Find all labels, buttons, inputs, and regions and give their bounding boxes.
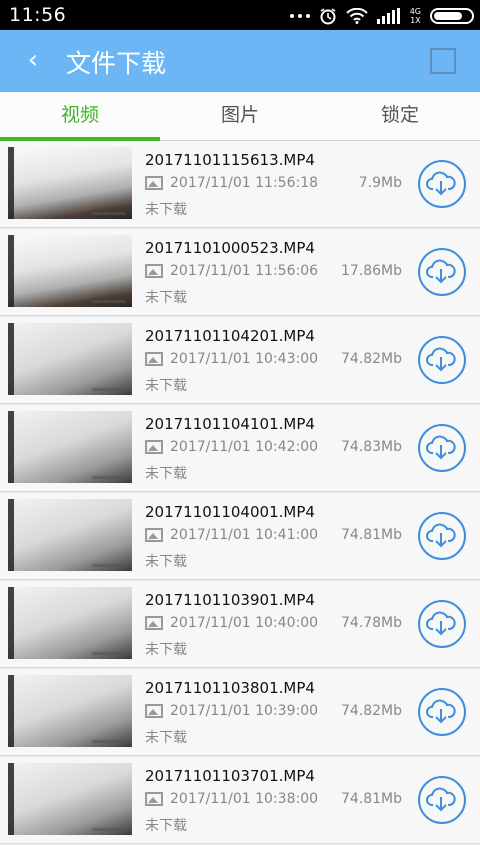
video-thumbnail[interactable] [8,763,132,835]
file-date: 2017/11/01 11:56:18 [170,175,319,191]
status-icons: 4G 1X [289,5,474,27]
download-status: 未下载 [145,202,187,218]
file-name: 20171101103901.MP4 [145,591,315,609]
file-name: 20171101103701.MP4 [145,767,315,785]
cloud-download-icon[interactable] [418,600,466,648]
file-row[interactable]: 20171101115613.MP4 2017/11/01 11:56:18 7… [0,141,480,228]
back-arrow-icon[interactable]: ‹ [18,42,48,78]
file-size: 74.82Mb [340,351,402,367]
file-size: 74.81Mb [340,527,402,543]
file-date: 2017/11/01 11:56:06 [170,263,319,279]
file-row[interactable]: 20171101103701.MP4 2017/11/01 10:38:00 7… [0,757,480,844]
file-list: 20171101115613.MP4 2017/11/01 11:56:18 7… [0,141,480,845]
file-date: 2017/11/01 10:38:00 [170,791,319,807]
wifi-icon [345,8,368,24]
file-row[interactable]: 20171101000523.MP4 2017/11/01 11:56:06 1… [0,229,480,316]
video-thumbnail[interactable] [8,675,132,747]
signal-strength-icon [376,8,400,24]
file-size: 7.9Mb [358,175,402,191]
file-date: 2017/11/01 10:43:00 [170,351,319,367]
image-icon [145,440,163,454]
network-type-bottom: 1X [410,16,421,25]
file-size: 17.86Mb [340,263,402,279]
image-icon [145,616,163,630]
select-square-icon[interactable] [430,48,456,74]
image-icon [145,352,163,366]
file-name: 20171101104201.MP4 [145,327,315,345]
cloud-download-icon[interactable] [418,688,466,736]
video-thumbnail[interactable] [8,411,132,483]
alarm-clock-icon [320,8,336,25]
download-status: 未下载 [145,818,187,834]
file-size: 74.82Mb [340,703,402,719]
status-time: 11:56 [9,4,67,26]
download-status: 未下载 [145,642,187,658]
video-thumbnail[interactable] [8,323,132,395]
video-thumbnail[interactable] [8,147,132,219]
file-name: 20171101104101.MP4 [145,415,315,433]
cloud-download-icon[interactable] [418,512,466,560]
file-name: 20171101103801.MP4 [145,679,315,697]
file-name: 20171101115613.MP4 [145,151,315,169]
video-thumbnail[interactable] [8,499,132,571]
download-status: 未下载 [145,378,187,394]
download-status: 未下载 [145,554,187,570]
download-status: 未下载 [145,290,187,306]
file-size: 74.81Mb [340,791,402,807]
page-title: 文件下载 [66,49,167,78]
image-icon [145,704,163,718]
file-row[interactable]: 20171101103901.MP4 2017/11/01 10:40:00 7… [0,581,480,668]
image-icon [145,176,163,190]
battery-icon [430,8,474,24]
image-icon [145,792,163,806]
file-row[interactable]: 20171101104101.MP4 2017/11/01 10:42:00 7… [0,405,480,492]
file-row[interactable]: 20171101104201.MP4 2017/11/01 10:43:00 7… [0,317,480,404]
app-bar: ‹ 文件下载 [0,30,480,92]
cloud-download-icon[interactable] [418,160,466,208]
file-date: 2017/11/01 10:39:00 [170,703,319,719]
video-thumbnail[interactable] [8,235,132,307]
file-size: 74.83Mb [340,439,402,455]
image-icon [145,528,163,542]
cloud-download-icon[interactable] [418,248,466,296]
download-status: 未下载 [145,466,187,482]
file-name: 20171101000523.MP4 [145,239,315,257]
cloud-download-icon[interactable] [418,424,466,472]
network-type: 4G 1X [410,7,421,25]
file-row[interactable]: 20171101103801.MP4 2017/11/01 10:39:00 7… [0,669,480,756]
file-row[interactable]: 20171101104001.MP4 2017/11/01 10:41:00 7… [0,493,480,580]
file-date: 2017/11/01 10:40:00 [170,615,319,631]
image-icon [145,264,163,278]
tab-videos[interactable]: 视频 [0,92,160,140]
cloud-download-icon[interactable] [418,336,466,384]
download-status: 未下载 [145,730,187,746]
file-name: 20171101104001.MP4 [145,503,315,521]
video-thumbnail[interactable] [8,587,132,659]
file-date: 2017/11/01 10:41:00 [170,527,319,543]
cloud-download-icon[interactable] [418,776,466,824]
network-type-top: 4G [409,7,421,16]
file-size: 74.78Mb [340,615,402,631]
file-date: 2017/11/01 10:42:00 [170,439,319,455]
more-notifications-icon [289,14,310,18]
status-bar: 11:56 4G 1X [0,0,480,30]
tab-images[interactable]: 图片 [160,92,320,140]
tab-bar: 视频 图片 锁定 [0,92,480,141]
tab-locked[interactable]: 锁定 [320,92,480,140]
